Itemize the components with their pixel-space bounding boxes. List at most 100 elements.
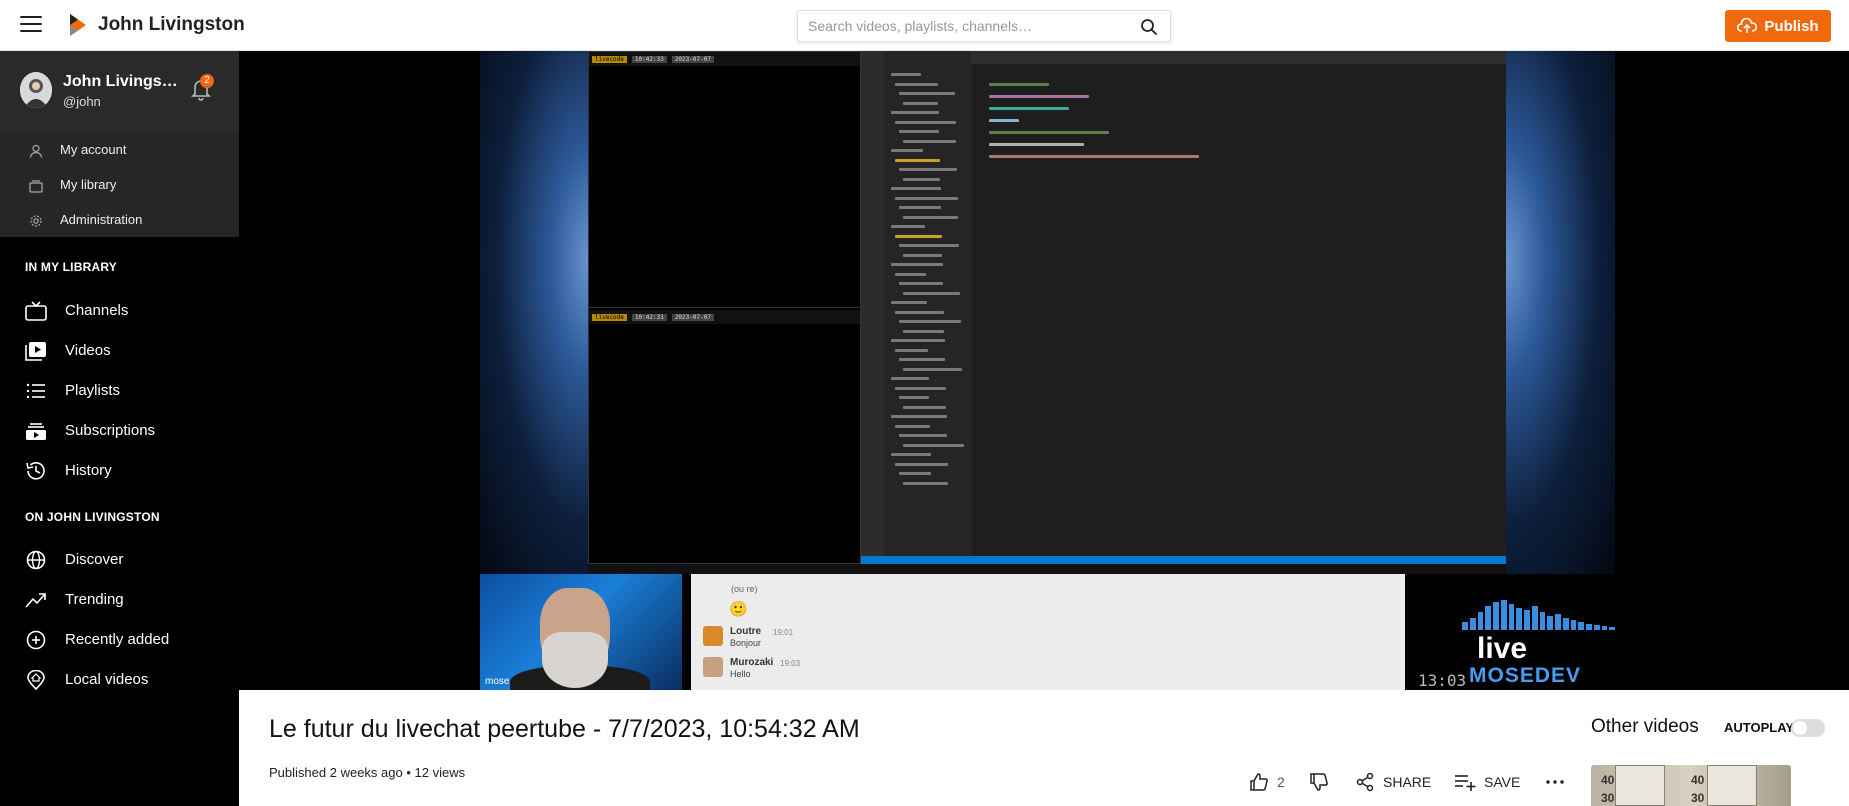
user-box: John Livings… @john 2 bbox=[0, 51, 239, 133]
chat-avatar bbox=[703, 657, 723, 677]
menu-item-label: Administration bbox=[60, 212, 143, 227]
cog-icon bbox=[30, 215, 42, 227]
chat-message-text: Hello bbox=[730, 669, 751, 679]
explorer-line bbox=[899, 434, 947, 437]
sidebar-item-label: Videos bbox=[65, 342, 111, 359]
sidebar-item-playlists[interactable]: Playlists bbox=[0, 372, 239, 410]
menu-item-my-account[interactable]: My account bbox=[0, 133, 239, 167]
playlist-add-icon bbox=[1455, 775, 1476, 791]
upload-icon bbox=[1737, 18, 1758, 33]
published-label: Published bbox=[269, 765, 327, 780]
history-icon bbox=[26, 462, 45, 480]
chat-time: 19:01 bbox=[773, 628, 794, 637]
code-line bbox=[989, 155, 1199, 158]
like-button[interactable]: 2 bbox=[1249, 770, 1285, 794]
save-button[interactable]: SAVE bbox=[1454, 770, 1520, 794]
more-button[interactable] bbox=[1545, 770, 1565, 794]
sidebar-item-recently-added[interactable]: Recently added bbox=[0, 621, 239, 659]
equalizer-bar bbox=[1508, 604, 1515, 630]
sidebar-item-local-videos[interactable]: Local videos bbox=[0, 661, 239, 699]
section-title-instance: ON JOHN LIVINGSTON bbox=[25, 510, 160, 524]
recommended-video-thumbnail[interactable]: 40 30 40 30 bbox=[1591, 765, 1791, 806]
explorer-line bbox=[895, 82, 938, 86]
earth-right bbox=[1505, 51, 1615, 574]
explorer-line bbox=[903, 177, 940, 181]
share-button[interactable]: SHARE bbox=[1355, 770, 1431, 794]
explorer-line bbox=[899, 472, 931, 475]
menu-item-label: My library bbox=[60, 177, 117, 192]
channels-icon bbox=[25, 301, 47, 321]
sidebar-item-label: Subscriptions bbox=[65, 422, 156, 439]
like-count: 2 bbox=[1277, 774, 1285, 790]
equalizer-bar bbox=[1539, 612, 1546, 630]
avatar[interactable] bbox=[20, 72, 52, 108]
publish-label: Publish bbox=[1764, 17, 1819, 35]
menu-icon[interactable] bbox=[20, 16, 42, 34]
sidebar-item-videos[interactable]: Videos bbox=[0, 332, 239, 370]
explorer-line bbox=[899, 396, 929, 399]
brand-title[interactable]: John Livingston bbox=[98, 14, 245, 36]
videos-icon bbox=[25, 342, 46, 361]
thumb-number: 30 bbox=[1601, 791, 1615, 805]
section-title-library: IN MY LIBRARY bbox=[25, 260, 117, 274]
explorer-line bbox=[903, 253, 942, 257]
code-line bbox=[989, 83, 1049, 86]
playlists-icon bbox=[26, 383, 45, 399]
published-date[interactable]: 2 weeks ago bbox=[330, 765, 403, 780]
sidebar: John Livings… @john 2 My account My libr… bbox=[0, 51, 239, 806]
explorer-line bbox=[903, 367, 962, 371]
equalizer-bar bbox=[1586, 624, 1592, 630]
sidebar-item-subscriptions[interactable]: Subscriptions bbox=[0, 412, 239, 450]
explorer-line bbox=[891, 263, 943, 266]
overlay-clock: 13:03 bbox=[1418, 671, 1467, 690]
thumb-number: 30 bbox=[1691, 791, 1705, 805]
peertube-logo[interactable] bbox=[67, 12, 89, 38]
user-name[interactable]: John Livings… bbox=[63, 73, 178, 91]
explorer-line bbox=[891, 339, 945, 342]
video-player[interactable]: livecode 10:42:33 2023-07-07 livecode 10:42… bbox=[239, 51, 1849, 690]
share-icon bbox=[1356, 772, 1374, 792]
thumb-number: 40 bbox=[1601, 773, 1615, 787]
explorer-line bbox=[895, 196, 958, 200]
menu-item-my-library[interactable]: My library bbox=[0, 168, 239, 202]
sidebar-item-history[interactable]: History bbox=[0, 452, 239, 490]
search-input[interactable] bbox=[798, 11, 1128, 41]
plus-circle-icon bbox=[26, 630, 46, 650]
user-handle: @john bbox=[63, 94, 101, 109]
explorer-line bbox=[903, 443, 964, 447]
explorer-line bbox=[899, 358, 945, 361]
thumbs-down-icon bbox=[1310, 773, 1328, 791]
equalizer-bar bbox=[1593, 625, 1600, 630]
thumbs-up-icon bbox=[1250, 773, 1268, 791]
equalizer-bar bbox=[1601, 626, 1608, 630]
code-line bbox=[989, 95, 1089, 98]
explorer-line bbox=[891, 111, 939, 114]
sidebar-item-discover[interactable]: Discover bbox=[0, 541, 239, 579]
livechat-overlay: (ou re) 🙂 Loutre 19:01 Bonjour Murozaki … bbox=[691, 574, 1405, 690]
search-icon[interactable] bbox=[1140, 18, 1158, 36]
explorer-line bbox=[899, 92, 955, 95]
menu-item-administration[interactable]: Administration bbox=[0, 203, 239, 237]
sidebar-item-channels[interactable]: Channels bbox=[0, 292, 239, 330]
explorer-line bbox=[903, 139, 956, 143]
explorer-line bbox=[895, 120, 956, 124]
code-line bbox=[989, 119, 1019, 122]
explorer-line bbox=[903, 329, 944, 333]
explorer-line bbox=[903, 291, 960, 295]
chat-message-text: Bonjour bbox=[730, 638, 762, 648]
trending-icon bbox=[25, 593, 46, 608]
sidebar-item-trending[interactable]: Trending bbox=[0, 581, 239, 619]
explorer-line bbox=[891, 415, 947, 418]
code-line bbox=[989, 131, 1109, 134]
sidebar-item-label: Discover bbox=[65, 551, 124, 568]
equalizer-bar bbox=[1547, 616, 1553, 630]
chat-emoji: 🙂 bbox=[729, 601, 748, 618]
notification-badge: 2 bbox=[200, 74, 214, 88]
more-icon bbox=[1546, 780, 1564, 784]
publish-button[interactable]: Publish bbox=[1725, 10, 1831, 42]
autoplay-toggle[interactable] bbox=[1791, 719, 1825, 737]
user-menu: My account My library Administration bbox=[0, 133, 239, 237]
sidebar-item-label: Recently added bbox=[65, 631, 170, 648]
explorer-line bbox=[891, 377, 929, 380]
dislike-button[interactable] bbox=[1309, 770, 1329, 794]
